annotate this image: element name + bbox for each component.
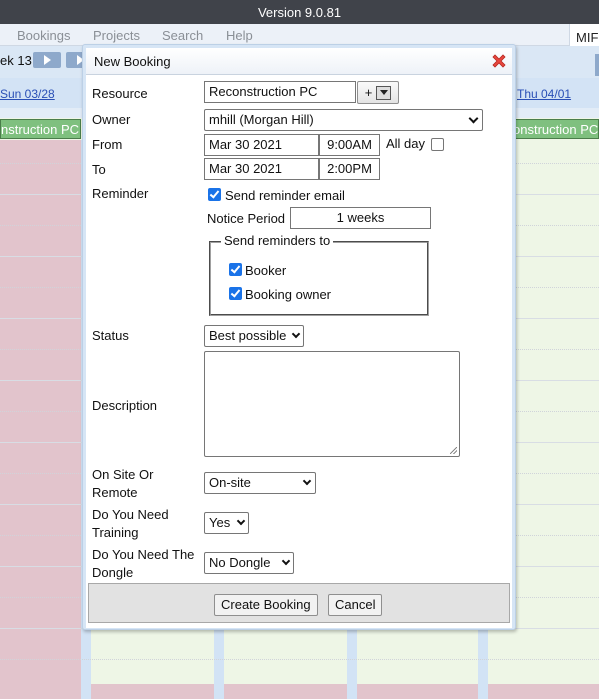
booking-owner-checkbox[interactable] <box>229 287 242 300</box>
resource-field[interactable]: Reconstruction PC <box>204 81 356 103</box>
column-separator <box>214 684 224 699</box>
all-day-label: All day <box>386 136 426 151</box>
create-booking-button[interactable]: Create Booking <box>214 594 318 616</box>
version-bar: Version 9.0.81 <box>0 0 599 24</box>
day-link-sun[interactable]: Sun 03/28 <box>0 87 55 101</box>
training-label-line2: Training <box>92 525 139 540</box>
from-time-field[interactable]: 9:00AM <box>319 134 380 156</box>
description-textarea[interactable] <box>204 351 460 457</box>
dongle-select[interactable]: No Dongle <box>204 552 294 574</box>
version-label: Version 9.0.81 <box>257 4 342 20</box>
to-time-field[interactable]: 2:00PM <box>319 158 380 180</box>
chevron-down-icon <box>302 476 312 486</box>
on-site-label-line1: On Site Or <box>92 467 154 482</box>
dialog-footer: Create Booking Cancel <box>88 583 510 623</box>
plus-icon: + <box>364 85 373 100</box>
to-label: To <box>92 162 106 177</box>
send-reminders-to-group: Send reminders to Booker Booking owner <box>209 233 429 316</box>
grid-line <box>0 659 599 660</box>
dongle-label-line1: Do You Need The <box>92 547 195 562</box>
week-label: ek 13 <box>0 53 32 68</box>
send-reminder-checkbox[interactable] <box>208 188 221 201</box>
day-link-thu[interactable]: Thu 04/01 <box>517 87 571 101</box>
chevron-down-icon <box>281 556 291 566</box>
dialog-title: New Booking <box>94 54 171 69</box>
training-select[interactable]: Yes <box>204 512 249 534</box>
tab-mif[interactable]: MIF <box>569 24 599 48</box>
dialog-header[interactable]: New Booking <box>86 48 512 75</box>
menu-item-bookings[interactable]: Bookings <box>17 28 70 43</box>
status-value: Best possible <box>209 328 287 343</box>
column-separator <box>478 684 488 699</box>
status-select[interactable]: Best possible <box>204 325 304 347</box>
send-reminders-to-legend: Send reminders to <box>221 233 334 248</box>
on-site-value: On-site <box>209 475 251 490</box>
resource-chip-left[interactable]: nstruction PC <box>0 119 81 139</box>
chevron-down-icon <box>468 113 479 124</box>
column-separator <box>347 684 357 699</box>
nav-strip <box>595 54 599 76</box>
on-site-select[interactable]: On-site <box>204 472 316 494</box>
booker-label: Booker <box>245 263 287 278</box>
resize-grip-icon[interactable] <box>450 447 457 454</box>
menu-bar: Bookings Projects Search Help MIF <box>0 24 599 48</box>
menu-item-search[interactable]: Search <box>162 28 203 43</box>
close-icon[interactable] <box>490 52 508 70</box>
training-label-line1: Do You Need <box>92 507 169 522</box>
from-label: From <box>92 137 123 152</box>
description-label: Description <box>92 398 158 413</box>
all-day-checkbox[interactable] <box>431 138 444 151</box>
add-resource-button[interactable]: + <box>357 81 399 104</box>
owner-select[interactable]: mhill (Morgan Hill) <box>204 109 483 131</box>
owner-value: mhill (Morgan Hill) <box>209 112 314 127</box>
column-separator <box>81 684 91 699</box>
training-value: Yes <box>209 515 231 530</box>
new-booking-dialog: New Booking Resource Reconstruction PC +… <box>82 44 516 630</box>
resource-chip-right[interactable]: onstruction PC <box>512 119 599 139</box>
from-date-field[interactable]: Mar 30 2021 <box>204 134 319 156</box>
cancel-button[interactable]: Cancel <box>328 594 383 616</box>
calendar-column-sun[interactable] <box>0 140 81 699</box>
menu-item-help[interactable]: Help <box>226 28 253 43</box>
reminder-label: Reminder <box>92 186 149 201</box>
owner-label: Owner <box>92 112 131 127</box>
to-date-field[interactable]: Mar 30 2021 <box>204 158 319 180</box>
status-label: Status <box>92 328 129 343</box>
send-reminder-label: Send reminder email <box>225 188 345 203</box>
resource-label: Resource <box>92 86 148 101</box>
on-site-label-line2: Remote <box>92 485 138 500</box>
dongle-label-line2: Dongle <box>92 565 134 580</box>
chevron-down-icon <box>236 516 246 526</box>
dongle-value: No Dongle <box>209 555 271 570</box>
booking-owner-label: Booking owner <box>245 287 331 302</box>
notice-period-label: Notice Period <box>207 211 286 226</box>
menu-item-projects[interactable]: Projects <box>93 28 140 43</box>
dropdown-arrow-icon <box>376 85 392 100</box>
booker-checkbox[interactable] <box>229 263 242 276</box>
next-week-button[interactable] <box>33 52 61 68</box>
chevron-down-icon <box>291 329 301 339</box>
notice-period-field[interactable]: 1 weeks <box>290 207 431 229</box>
dialog-body: Resource Reconstruction PC + Owner mhill… <box>86 75 512 628</box>
